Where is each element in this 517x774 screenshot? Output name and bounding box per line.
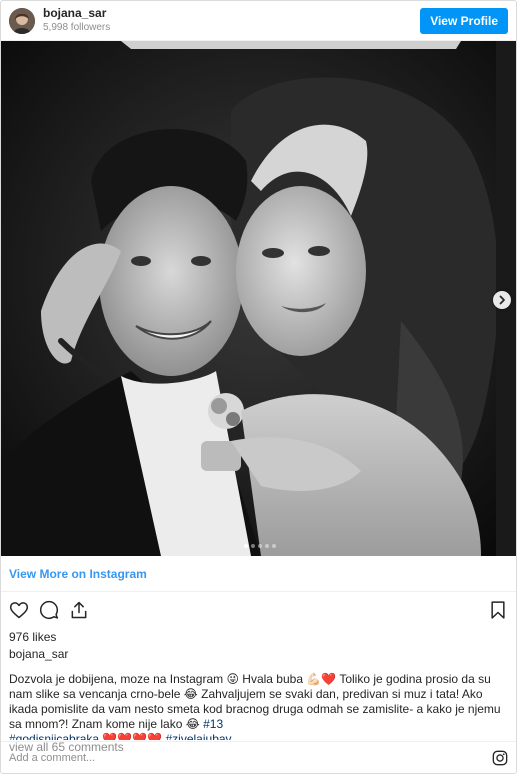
hashtag[interactable]: #13 <box>203 717 223 731</box>
action-bar <box>1 592 516 628</box>
instagram-logo-icon[interactable] <box>492 750 508 766</box>
caption-hearts: ❤️❤️❤️❤️ <box>99 732 166 740</box>
follower-count: 5,998 followers <box>43 22 111 34</box>
carousel-next-button[interactable] <box>493 291 511 309</box>
comment-icon[interactable] <box>39 600 59 620</box>
add-comment-bar: Add a comment... <box>1 741 516 773</box>
hashtag[interactable]: #godisnjicabraka <box>9 732 99 740</box>
carousel-dots <box>1 544 516 548</box>
post-header: bojana_sar 5,998 followers View Profile <box>1 1 516 41</box>
carousel-dot <box>243 544 248 548</box>
caption-text: Dozvola je dobijena, moze na Instagram 😜… <box>1 672 516 740</box>
post-photo[interactable] <box>1 41 516 556</box>
carousel-dot <box>250 544 255 548</box>
carousel-dot <box>264 544 269 548</box>
heart-icon[interactable] <box>9 600 29 620</box>
carousel-dot <box>271 544 276 548</box>
view-more-link[interactable]: View More on Instagram <box>9 567 147 581</box>
username[interactable]: bojana_sar <box>43 7 420 21</box>
chevron-right-icon <box>499 295 505 305</box>
instagram-embed: bojana_sar 5,998 followers View Profile <box>0 0 517 774</box>
user-meta: bojana_sar 5,998 followers <box>43 7 420 34</box>
hashtag[interactable]: #zivelajubav <box>166 732 232 740</box>
like-count[interactable]: 976 likes <box>1 628 516 646</box>
profile-avatar[interactable] <box>9 7 35 34</box>
share-icon[interactable] <box>69 600 89 620</box>
view-profile-button[interactable]: View Profile <box>420 7 508 34</box>
view-more-bar: View More on Instagram <box>1 556 516 592</box>
wedding-photo <box>1 41 516 556</box>
carousel-dot <box>257 544 262 548</box>
add-comment-input[interactable]: Add a comment... <box>9 752 492 764</box>
caption-username[interactable]: bojana_sar <box>1 646 516 672</box>
caption-body: Dozvola je dobijena, moze na Instagram 😜… <box>9 672 501 731</box>
bookmark-icon[interactable] <box>488 600 508 620</box>
